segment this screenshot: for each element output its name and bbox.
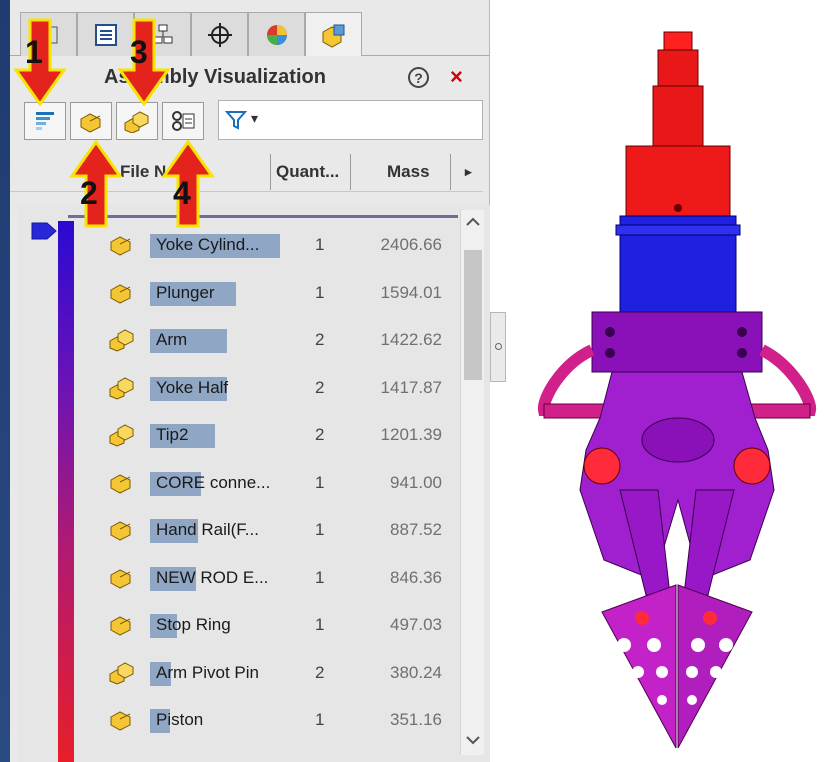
mass-value: 1594.01: [380, 282, 442, 302]
scroll-down-icon[interactable]: [465, 734, 481, 746]
quantity-value: 2: [315, 662, 325, 682]
panel-header: Assembly Visualization ? ×: [10, 60, 490, 96]
mass-value: 1201.39: [380, 425, 442, 444]
assembly-visualization-panel: Assembly Visualization ? × ▾ File Name Q: [10, 0, 490, 762]
table-row[interactable]: Yoke Half 2 1417.87: [108, 370, 458, 404]
mass-value: 1417.87: [380, 377, 442, 397]
column-divider[interactable]: [450, 154, 451, 190]
file-name: Yoke Half: [156, 377, 229, 397]
part-icon: [108, 564, 136, 590]
crosshair-icon: [207, 22, 232, 47]
table-row[interactable]: Piston 1 351.16: [108, 702, 458, 736]
quantity-value: 2: [315, 330, 325, 349]
part-icon: [108, 706, 136, 732]
mass-value: 351.16: [390, 710, 442, 729]
model-viewport[interactable]: [520, 20, 830, 750]
callout-number-3: 3: [130, 34, 148, 70]
column-divider[interactable]: [350, 154, 351, 190]
list-top-divider: [68, 215, 458, 218]
part-icon: [108, 611, 136, 637]
callout-number-4: 4: [173, 175, 191, 211]
mass-value: 846.36: [390, 567, 442, 587]
quantity-value: 1: [315, 520, 325, 539]
multi-part-icon: [108, 659, 136, 685]
tab-assembly-visualization[interactable]: [305, 12, 362, 56]
file-name: Yoke Cylind...: [156, 235, 260, 254]
table-row[interactable]: Hand Rail(F... 1 887.52: [108, 512, 458, 546]
manager-tab-bar: [10, 12, 490, 56]
quantity-value: 2: [315, 377, 325, 397]
mass-gradient-bar: [58, 221, 74, 762]
tab-display-manager[interactable]: [248, 12, 305, 56]
column-divider[interactable]: [270, 154, 271, 190]
file-name: Plunger: [156, 282, 215, 302]
mass-value: 941.00: [390, 472, 442, 492]
multi-part-icon: [108, 374, 136, 400]
callout-number-1: 1: [25, 34, 43, 70]
part-icon: [108, 516, 136, 542]
grip-dot-icon: [495, 343, 502, 350]
window-edge: [0, 0, 10, 762]
mass-value: 380.24: [390, 662, 442, 682]
list-settings-icon: [172, 111, 195, 131]
table-row[interactable]: Stop Ring 1 497.03: [108, 607, 458, 641]
part-icon: [108, 279, 136, 305]
file-name: NEW ROD E...: [156, 567, 269, 587]
multi-part-icon: [108, 421, 136, 447]
gradient-slider-marker[interactable]: [31, 221, 57, 241]
column-quantity[interactable]: Quant...: [276, 162, 339, 182]
file-name: Stop Ring: [156, 615, 231, 634]
callout-number-2: 2: [80, 175, 98, 211]
file-name: Piston: [156, 710, 204, 729]
list-scrollbar[interactable]: [460, 210, 484, 755]
part-icon: [108, 469, 136, 495]
parts-view-button[interactable]: [70, 102, 112, 140]
component-list: Yoke Cylind... 1 2406.66 Plunger 1 1594.01 Arm…: [18, 205, 490, 762]
quantity-value: 1: [315, 567, 325, 587]
panel-resize-handle[interactable]: [490, 312, 506, 382]
scroll-up-icon[interactable]: [465, 216, 481, 228]
quantity-value: 1: [315, 235, 325, 254]
file-name: Tip2: [156, 425, 189, 444]
table-row[interactable]: Plunger 1 1594.01: [108, 275, 458, 309]
quantity-value: 1: [315, 615, 325, 634]
file-name: Arm: [156, 330, 188, 349]
close-button[interactable]: ×: [450, 64, 463, 90]
multi-part-icon: [108, 326, 136, 352]
table-row[interactable]: Arm Pivot Pin 2 380.24: [108, 655, 458, 689]
column-mass[interactable]: Mass: [387, 162, 430, 182]
file-name: CORE conne...: [156, 472, 271, 492]
file-name: Hand Rail(F...: [156, 520, 259, 539]
mass-value: 497.03: [390, 615, 442, 634]
mass-value: 887.52: [390, 520, 442, 539]
table-row[interactable]: Arm 2 1422.62: [108, 322, 458, 356]
help-button[interactable]: ?: [408, 67, 429, 88]
mass-value: 1422.62: [380, 330, 442, 349]
file-name: Arm Pivot Pin: [156, 662, 259, 682]
assembly-visualization-icon: [322, 24, 344, 48]
filter-icon[interactable]: [225, 109, 247, 131]
filter-input[interactable]: ▾: [218, 100, 483, 140]
table-row[interactable]: Tip2 2 1201.39: [108, 417, 458, 451]
display-manager-icon: [266, 24, 287, 45]
table-row[interactable]: CORE conne... 1 941.00: [108, 465, 458, 499]
scrollbar-thumb[interactable]: [464, 250, 482, 380]
quantity-value: 1: [315, 472, 325, 492]
tab-dimxpert-manager[interactable]: [191, 12, 248, 56]
table-row[interactable]: NEW ROD E... 1 846.36: [108, 560, 458, 594]
property-list-icon: [94, 23, 117, 46]
quantity-value: 1: [315, 282, 325, 302]
quantity-value: 2: [315, 425, 325, 444]
hydraulic-tool-model: [537, 31, 817, 749]
part-icon: [80, 113, 101, 133]
more-columns-arrow[interactable]: ▸: [465, 164, 472, 180]
screen: Assembly Visualization ? × ▾ File Name Q: [0, 0, 839, 762]
quantity-value: 1: [315, 710, 325, 729]
filter-dropdown-caret[interactable]: ▾: [251, 110, 258, 127]
mass-value: 2406.66: [380, 235, 442, 254]
